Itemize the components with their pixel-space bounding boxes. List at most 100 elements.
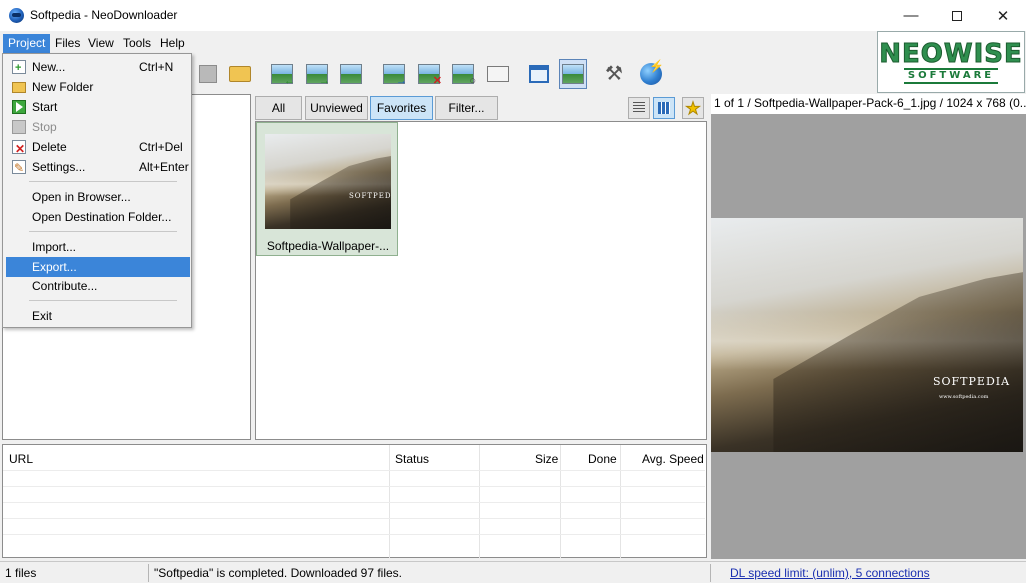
table-row [3, 486, 705, 487]
fit-image-icon [562, 64, 584, 84]
slideshow-icon [340, 64, 362, 84]
logo-sub-text: SOFTWARE [903, 68, 999, 84]
menu-item-delete[interactable]: ✕ Delete Ctrl+Del [6, 137, 190, 157]
menu-item-exit[interactable]: Exit [6, 306, 190, 326]
menu-item-export[interactable]: Export... [6, 257, 190, 277]
column-header-size[interactable]: Size [535, 452, 558, 466]
menu-item-import[interactable]: Import... [6, 237, 190, 257]
email-icon [487, 66, 509, 82]
open-image-icon: → [383, 64, 407, 87]
thumbnail-item[interactable]: SOFTPEDIA Softpedia-Wallpaper-... [256, 122, 398, 256]
preview-sub-watermark: www.softpedia.com [939, 394, 989, 400]
folder-icon [12, 82, 26, 93]
previous-image-icon: ← [271, 64, 295, 87]
toolbar-open-image-button[interactable]: → [380, 59, 408, 89]
new-project-icon: + [12, 60, 26, 74]
toolbar-web-button[interactable]: ⚡ [637, 59, 665, 89]
menu-bar: Project Files View Tools Help [0, 33, 870, 53]
folder-icon [229, 66, 251, 82]
filter-favorites-button[interactable]: Favorites [370, 96, 433, 120]
status-separator [710, 564, 711, 582]
neowise-logo: NEOWISE SOFTWARE [877, 31, 1025, 93]
table-row [3, 534, 705, 535]
speed-limit-link[interactable]: DL speed limit: (unlim), 5 connections [730, 566, 930, 580]
toolbar-slideshow-button[interactable] [337, 59, 365, 89]
delete-image-icon: ✕ [418, 64, 442, 87]
app-icon [9, 8, 24, 23]
preview-image[interactable]: SOFTPEDIA www.softpedia.com [711, 218, 1023, 452]
menu-item-new-folder[interactable]: New Folder [6, 77, 190, 97]
table-row [3, 470, 705, 471]
details-view-button[interactable] [628, 97, 650, 119]
toolbar-previous-image-button[interactable]: ← [268, 59, 296, 89]
menu-item-open-destination-folder[interactable]: Open Destination Folder... [6, 207, 190, 227]
toolbar-delete-image-button[interactable]: ✕ [415, 59, 443, 89]
next-image-icon: → [306, 64, 330, 87]
maximize-button[interactable] [934, 0, 980, 31]
filter-unviewed-button[interactable]: Unviewed [305, 96, 368, 120]
toolbar-open-folder-button[interactable] [226, 59, 254, 89]
toolbar-window-view-button[interactable] [525, 59, 553, 89]
menu-item-start[interactable]: Start [6, 97, 190, 117]
filter-button[interactable]: Filter... [435, 96, 498, 120]
toolbar-tools-button[interactable]: ⚒ [600, 59, 628, 89]
status-separator [148, 564, 149, 582]
favorites-star-button[interactable]: ★ [682, 97, 704, 119]
toolbar-next-image-button[interactable]: → [303, 59, 331, 89]
delete-icon: ✕ [12, 140, 26, 156]
find-image-icon: ○ [452, 64, 476, 87]
preview-watermark: SOFTPEDIA [933, 375, 1011, 388]
title-bar: Softpedia - NeoDownloader — ✕ [0, 0, 1026, 31]
menu-item-open-in-browser[interactable]: Open in Browser... [6, 187, 190, 207]
stop-icon [199, 65, 217, 83]
status-bar: 1 files "Softpedia" is completed. Downlo… [0, 561, 1026, 583]
menu-item-stop[interactable]: Stop [6, 117, 190, 137]
table-row [3, 502, 705, 503]
menu-project[interactable]: Project [3, 34, 51, 53]
preview-header: 1 of 1 / Softpedia-Wallpaper-Pack-6_1.jp… [711, 94, 1026, 114]
filter-all-button[interactable]: All [255, 96, 302, 120]
thumbnail-image: SOFTPEDIA [265, 134, 391, 229]
menu-item-new[interactable]: + New... Ctrl+N [6, 57, 190, 77]
menu-item-settings[interactable]: ✎ Settings... Alt+Enter [6, 157, 190, 177]
menu-tools[interactable]: Tools [118, 34, 156, 53]
minimize-button[interactable]: — [888, 0, 934, 31]
toolbar-email-image-button[interactable] [484, 59, 512, 89]
column-header-status[interactable]: Status [395, 452, 429, 466]
column-header-url[interactable]: URL [9, 452, 33, 466]
column-header-avg-speed[interactable]: Avg. Speed [642, 452, 704, 466]
logo-main-text: NEOWISE [879, 39, 1023, 69]
details-view-icon [633, 102, 645, 114]
thumbnails-view-icon [658, 102, 670, 114]
status-message: "Softpedia" is completed. Downloaded 97 … [154, 566, 402, 580]
toolbar-stop-button[interactable] [194, 59, 222, 89]
menu-item-contribute[interactable]: Contribute... [6, 276, 190, 296]
menu-files[interactable]: Files [50, 34, 85, 53]
thumbnails-view-button[interactable] [653, 97, 675, 119]
menu-separator [29, 300, 177, 301]
stop-icon [12, 120, 26, 134]
thumbnail-watermark: SOFTPEDIA [349, 192, 391, 200]
menu-view[interactable]: View [83, 34, 119, 53]
menu-separator [29, 231, 177, 232]
window-title: Softpedia - NeoDownloader [30, 8, 178, 22]
start-icon [12, 100, 26, 114]
close-button[interactable]: ✕ [980, 0, 1026, 31]
close-icon: ✕ [996, 7, 1010, 25]
menu-separator [29, 181, 177, 182]
tools-icon: ⚒ [605, 63, 623, 85]
settings-icon: ✎ [12, 160, 26, 175]
star-icon: ★ [685, 98, 701, 118]
maximize-icon [952, 10, 962, 21]
toolbar-fit-image-button[interactable] [559, 59, 587, 89]
toolbar-find-image-button[interactable]: ○ [449, 59, 477, 89]
column-header-done[interactable]: Done [588, 452, 617, 466]
table-row [3, 518, 705, 519]
globe-icon: ⚡ [640, 59, 664, 85]
menu-help[interactable]: Help [155, 34, 190, 53]
thumbnail-label: Softpedia-Wallpaper-... [266, 239, 390, 253]
status-file-count: 1 files [5, 566, 37, 580]
minimize-icon: — [903, 7, 919, 24]
project-menu-dropdown: + New... Ctrl+N New Folder Start Stop ✕ … [2, 53, 192, 328]
window-view-icon [529, 65, 549, 83]
